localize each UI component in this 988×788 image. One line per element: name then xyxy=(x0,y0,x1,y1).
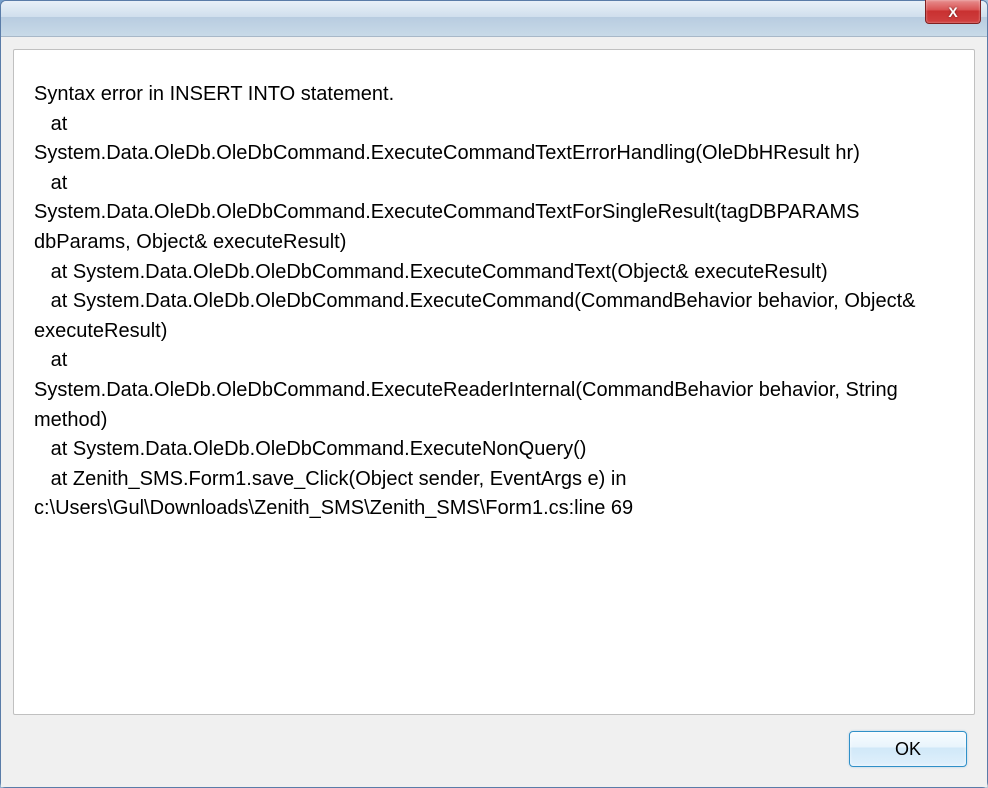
titlebar: X xyxy=(1,1,987,37)
button-row: OK xyxy=(13,727,975,775)
error-message-text: Syntax error in INSERT INTO statement. a… xyxy=(34,80,954,524)
content-area: Syntax error in INSERT INTO statement. a… xyxy=(1,37,987,787)
close-button[interactable]: X xyxy=(925,0,981,24)
ok-button[interactable]: OK xyxy=(849,731,967,767)
close-icon: X xyxy=(948,4,957,20)
message-dialog: X Syntax error in INSERT INTO statement.… xyxy=(0,0,988,788)
message-panel: Syntax error in INSERT INTO statement. a… xyxy=(13,49,975,715)
